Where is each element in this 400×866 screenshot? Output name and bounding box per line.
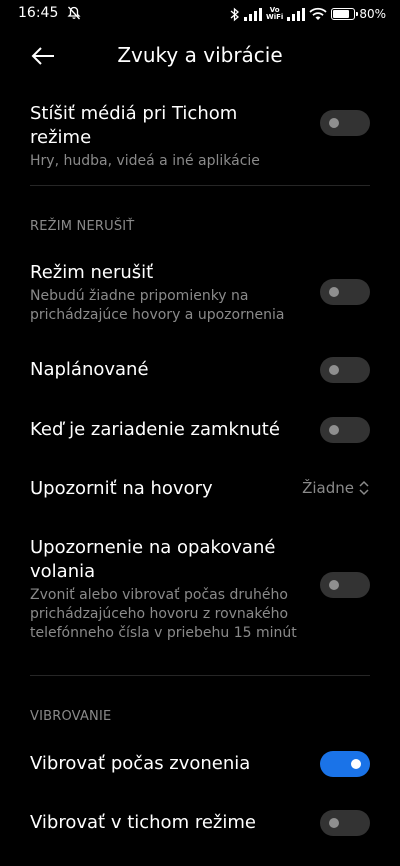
notify-calls-value: Žiadne (302, 479, 354, 497)
chevron-up-down-icon (359, 480, 369, 496)
divider (30, 185, 370, 186)
repeated-calls-subtitle: Zvoniť alebo vibrovať počas druhého pric… (30, 587, 297, 641)
status-icons: Vo WiFi 80% (230, 4, 386, 24)
dnd-title: Režim nerušiť (30, 262, 154, 283)
vibrate-silent-toggle[interactable] (320, 810, 370, 836)
section-label-dnd: REŽIM NERUŠIŤ (30, 219, 135, 234)
battery-icon (331, 8, 359, 20)
bluetooth-icon (230, 7, 240, 21)
locked-row[interactable]: Keď je zariadenie zamknuté (30, 418, 370, 442)
notify-calls-title: Upozorniť na hovory (30, 478, 213, 499)
battery-text: 80% (359, 7, 386, 21)
scheduled-row[interactable]: Naplánované (30, 358, 370, 382)
locked-title: Keď je zariadenie zamknuté (30, 419, 280, 440)
notify-calls-select[interactable]: Žiadne (302, 479, 370, 497)
status-bar: 16:45 Vo WiFi 80% (0, 0, 400, 28)
mute-icon (67, 6, 81, 20)
silent-media-toggle[interactable] (320, 110, 370, 136)
scheduled-title: Naplánované (30, 359, 149, 380)
silent-media-subtitle: Hry, hudba, videá a iné aplikácie (30, 153, 260, 169)
scheduled-toggle[interactable] (320, 357, 370, 383)
repeated-calls-toggle[interactable] (320, 572, 370, 598)
status-time: 16:45 (18, 5, 59, 21)
page-title: Zvuky a vibrácie (117, 43, 283, 67)
battery-level (333, 10, 350, 18)
vibrate-silent-title: Vibrovať v tichom režime (30, 812, 256, 833)
vibrate-ring-toggle[interactable] (320, 751, 370, 777)
repeated-calls-row[interactable]: Upozornenie na opakované volania Zvoniť … (30, 536, 370, 643)
locked-toggle[interactable] (320, 417, 370, 443)
vowifi-icon: Vo WiFi (266, 7, 283, 21)
vibrate-silent-row[interactable]: Vibrovať v tichom režime (30, 811, 370, 835)
battery-indicator: 80% (331, 7, 386, 21)
section-label-vibration: VIBROVANIE (30, 709, 112, 724)
dnd-toggle[interactable] (320, 279, 370, 305)
wifi-icon (309, 7, 327, 20)
signal-icon (244, 7, 263, 21)
vibrate-ring-title: Vibrovať počas zvonenia (30, 753, 251, 774)
silent-media-title: Stíšiť médiá pri Tichom režime (30, 103, 238, 148)
vibrate-ring-row[interactable]: Vibrovať počas zvonenia (30, 752, 370, 776)
vowifi-bottom: WiFi (266, 13, 284, 21)
silent-media-row[interactable]: Stíšiť médiá pri Tichom režime Hry, hudb… (30, 102, 370, 171)
dnd-row[interactable]: Režim nerušiť Nebudú žiadne pripomienky … (30, 261, 370, 325)
signal-icon-2 (287, 7, 306, 21)
repeated-calls-title: Upozornenie na opakované volania (30, 537, 276, 582)
dnd-subtitle: Nebudú žiadne pripomienky na prichádzajú… (30, 288, 285, 323)
divider (30, 675, 370, 676)
